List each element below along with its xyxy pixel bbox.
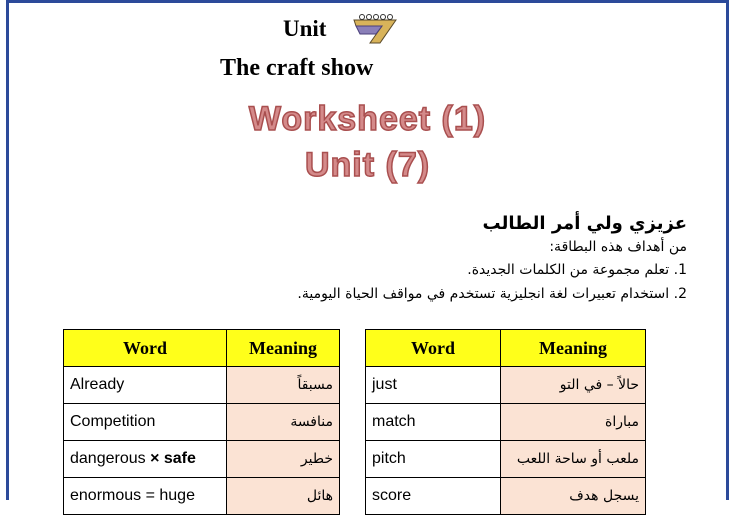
word-cell: enormous = huge: [63, 477, 227, 515]
vocab-table-right: Word Meaning just حالاً – في التو match …: [365, 329, 646, 515]
antonym-mark: ×: [150, 450, 160, 467]
table-row: Competition منافسة: [63, 403, 340, 441]
table-row: pitch ملعب أو ساحة اللعب: [365, 440, 646, 478]
parent-note-subheading: من أهداف هذه البطاقة:: [549, 239, 687, 255]
meaning-cell: خطير: [226, 440, 340, 478]
table-header-row: Word Meaning: [63, 329, 340, 367]
word-column-header: Word: [63, 329, 227, 367]
meaning-cell: يسجل هدف: [500, 477, 646, 515]
antonym-word: safe: [163, 450, 196, 467]
unit-heading: Unit: [283, 12, 398, 46]
meaning-cell: مباراة: [500, 403, 646, 441]
word-text: dangerous: [70, 450, 146, 467]
meaning-cell: ملعب أو ساحة اللعب: [500, 440, 646, 478]
unit-label: Unit: [283, 16, 327, 41]
meaning-cell: هائل: [226, 477, 340, 515]
goal-item: 1. تعلم مجموعة من الكلمات الجديدة.: [467, 262, 687, 278]
goal-item: 2. استخدام تعبيرات لغة انجليزية تستخدم ف…: [297, 286, 687, 302]
word-cell: score: [365, 477, 501, 515]
meaning-cell: حالاً – في التو: [500, 366, 646, 404]
page-border-left: [6, 0, 9, 500]
meaning-column-header: Meaning: [500, 329, 646, 367]
word-cell: Competition: [63, 403, 227, 441]
worksheet-title: Worksheet (1): [248, 99, 487, 139]
table-row: dangerous × safe خطير: [63, 440, 340, 478]
page-border-right: [726, 0, 729, 500]
lesson-title: The craft show: [220, 55, 374, 81]
page-border-top: [6, 0, 729, 3]
parent-note-heading: عزيزي ولي أمر الطالب: [482, 213, 687, 234]
unit-number-seven-icon: [352, 14, 398, 44]
word-cell: Already: [63, 366, 227, 404]
table-row: match مباراة: [365, 403, 646, 441]
parent-note: عزيزي ولي أمر الطالب من أهداف هذه البطاق…: [227, 212, 687, 306]
table-row: Already مسبقاً: [63, 366, 340, 404]
meaning-cell: مسبقاً: [226, 366, 340, 404]
meaning-cell: منافسة: [226, 403, 340, 441]
word-column-header: Word: [365, 329, 501, 367]
word-cell: just: [365, 366, 501, 404]
table-row: enormous = huge هائل: [63, 477, 340, 515]
table-row: just حالاً – في التو: [365, 366, 646, 404]
vocab-table-left: Word Meaning Already مسبقاً Competition …: [63, 329, 340, 515]
word-cell: pitch: [365, 440, 501, 478]
word-cell: dangerous × safe: [63, 440, 227, 478]
word-cell: match: [365, 403, 501, 441]
table-row: score يسجل هدف: [365, 477, 646, 515]
table-header-row: Word Meaning: [365, 329, 646, 367]
worksheet-unit: Unit (7): [304, 145, 431, 185]
meaning-column-header: Meaning: [226, 329, 340, 367]
